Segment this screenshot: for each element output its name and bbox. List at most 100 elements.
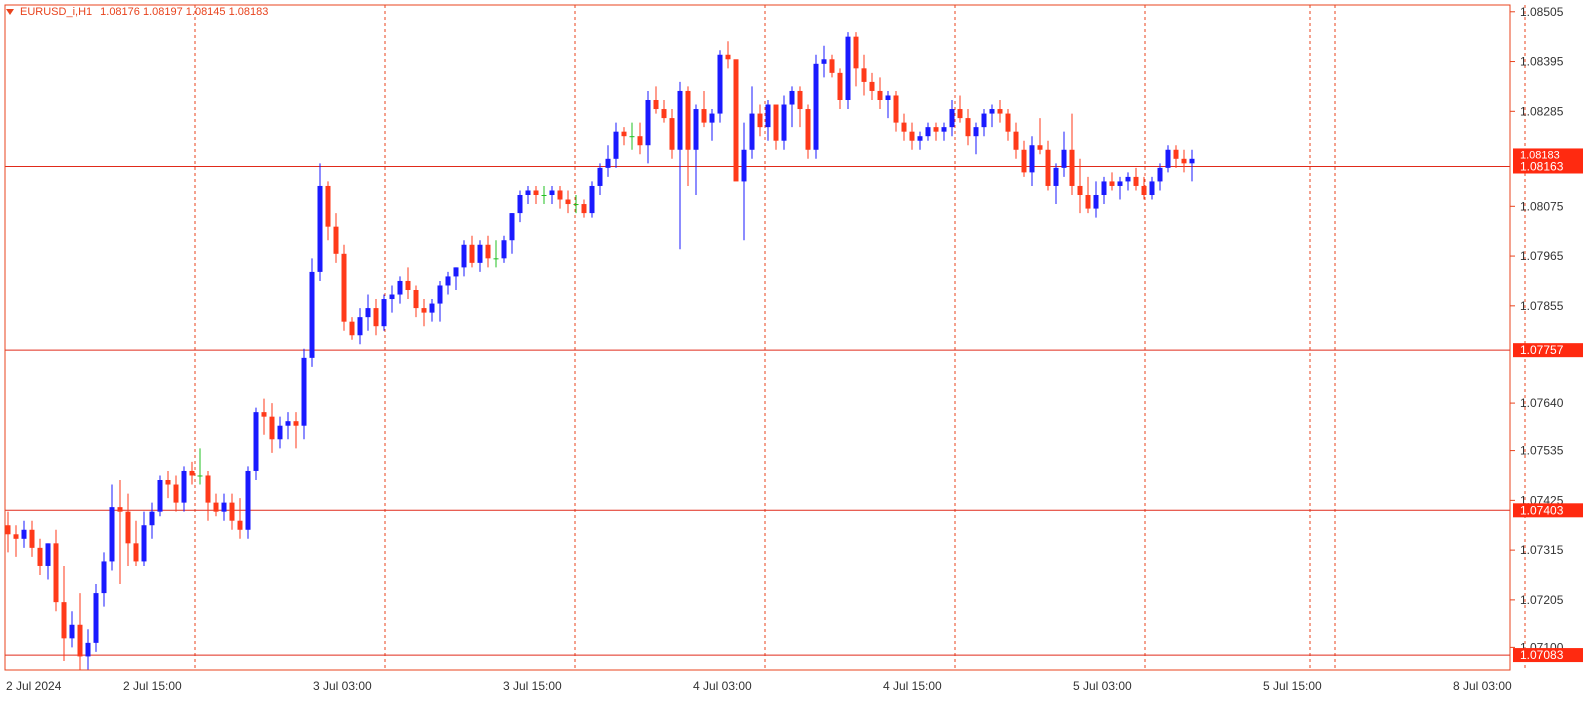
candle-body	[701, 109, 707, 123]
candle-body	[61, 602, 67, 639]
candle-body	[845, 36, 851, 100]
candle-body	[789, 90, 795, 105]
candle-body	[1149, 181, 1155, 195]
candle-body	[717, 54, 723, 114]
candle-body	[245, 470, 251, 530]
candle-body	[893, 95, 899, 123]
candle-body	[13, 534, 19, 539]
candle-body	[205, 475, 211, 503]
horizontal-levels	[5, 166, 1510, 656]
candle-body	[645, 100, 651, 146]
candle-body	[5, 525, 11, 535]
candle-body	[317, 185, 323, 272]
candle-body	[1181, 158, 1187, 164]
candles	[5, 32, 1195, 670]
candle-body	[477, 244, 483, 263]
candle-body	[141, 525, 147, 562]
time-label: 8 Jul 03:00	[1453, 679, 1512, 693]
candle-body	[309, 271, 315, 358]
candle-body	[925, 127, 931, 137]
candle-body	[693, 109, 699, 150]
candle-body	[525, 190, 531, 195]
candle-body	[557, 190, 563, 200]
time-axis: 2 Jul 2024 2 Jul 15:00 3 Jul 03:00 3 Jul 15…	[6, 679, 1512, 693]
level-tag-label: 1.07403	[1520, 503, 1564, 517]
candle-body	[981, 113, 987, 128]
candle-body	[733, 59, 739, 182]
candle-body	[261, 412, 267, 417]
candle-body	[221, 502, 227, 512]
candle-body	[1021, 149, 1027, 173]
candle-body	[21, 529, 27, 539]
candle-body	[957, 109, 963, 119]
candle-body	[709, 113, 715, 123]
candle-body	[413, 290, 419, 309]
candle-body	[797, 90, 803, 110]
candle-body	[301, 357, 307, 426]
candle-body	[45, 543, 51, 566]
candle-body	[541, 195, 547, 196]
candle-body	[1061, 149, 1067, 168]
candle-body	[173, 484, 179, 503]
price-tick-label: 1.07640	[1520, 396, 1564, 410]
candle-body	[397, 280, 403, 295]
candle-body	[861, 68, 867, 82]
candle-body	[997, 109, 1003, 114]
candle-body	[757, 113, 763, 128]
candle-body	[661, 109, 667, 119]
candle-body	[517, 195, 523, 214]
candle-body	[1093, 195, 1099, 209]
candle-body	[1085, 195, 1091, 209]
candle-body	[629, 136, 635, 138]
candle-body	[381, 299, 387, 327]
candle-body	[1141, 185, 1147, 195]
candle-body	[837, 72, 843, 100]
time-label: 3 Jul 15:00	[503, 679, 562, 693]
candle-body	[325, 185, 331, 227]
candle-body	[357, 317, 363, 336]
candle-body	[509, 213, 515, 241]
price-tick-label: 1.08395	[1520, 55, 1564, 69]
candle-body	[445, 276, 451, 286]
level-tag-label: 1.07757	[1520, 343, 1564, 357]
candle-body	[749, 113, 755, 150]
candle-body	[53, 543, 59, 603]
candle-body	[605, 158, 611, 168]
candle-body	[1125, 176, 1131, 182]
candle-body	[269, 416, 275, 440]
candle-body	[453, 267, 459, 277]
candle-body	[333, 226, 339, 254]
candle-body	[293, 421, 299, 426]
candle-body	[85, 642, 91, 657]
candle-body	[117, 507, 123, 512]
time-label: 2 Jul 15:00	[123, 679, 182, 693]
candle-body	[765, 104, 771, 128]
candle-body	[621, 131, 627, 137]
candle-body	[573, 204, 579, 206]
candle-body	[677, 90, 683, 150]
candle-body	[341, 253, 347, 322]
candle-body	[493, 258, 499, 260]
candle-body	[1077, 185, 1083, 195]
price-tick-label: 1.08505	[1520, 5, 1564, 19]
candlestick-chart[interactable]: 1.08505 1.08395 1.08285 1.08075 1.07965 1.078…	[0, 0, 1586, 708]
plot-frame	[4, 4, 1511, 671]
candle-body	[101, 561, 107, 594]
candle-body	[197, 475, 203, 477]
candle-body	[805, 109, 811, 150]
candle-body	[1029, 145, 1035, 173]
candle-body	[669, 118, 675, 150]
candle-body	[597, 167, 603, 186]
candle-body	[93, 593, 99, 643]
candle-body	[725, 54, 731, 60]
vertical-gridlines	[194, 5, 1526, 670]
candle-body	[829, 59, 835, 73]
candle-body	[989, 109, 995, 114]
time-label: 3 Jul 03:00	[313, 679, 372, 693]
candle-body	[941, 127, 947, 132]
level-tag-label: 1.08163	[1520, 160, 1564, 174]
candle-body	[437, 285, 443, 304]
candle-body	[533, 190, 539, 195]
candle-body	[741, 149, 747, 182]
candle-body	[885, 95, 891, 100]
